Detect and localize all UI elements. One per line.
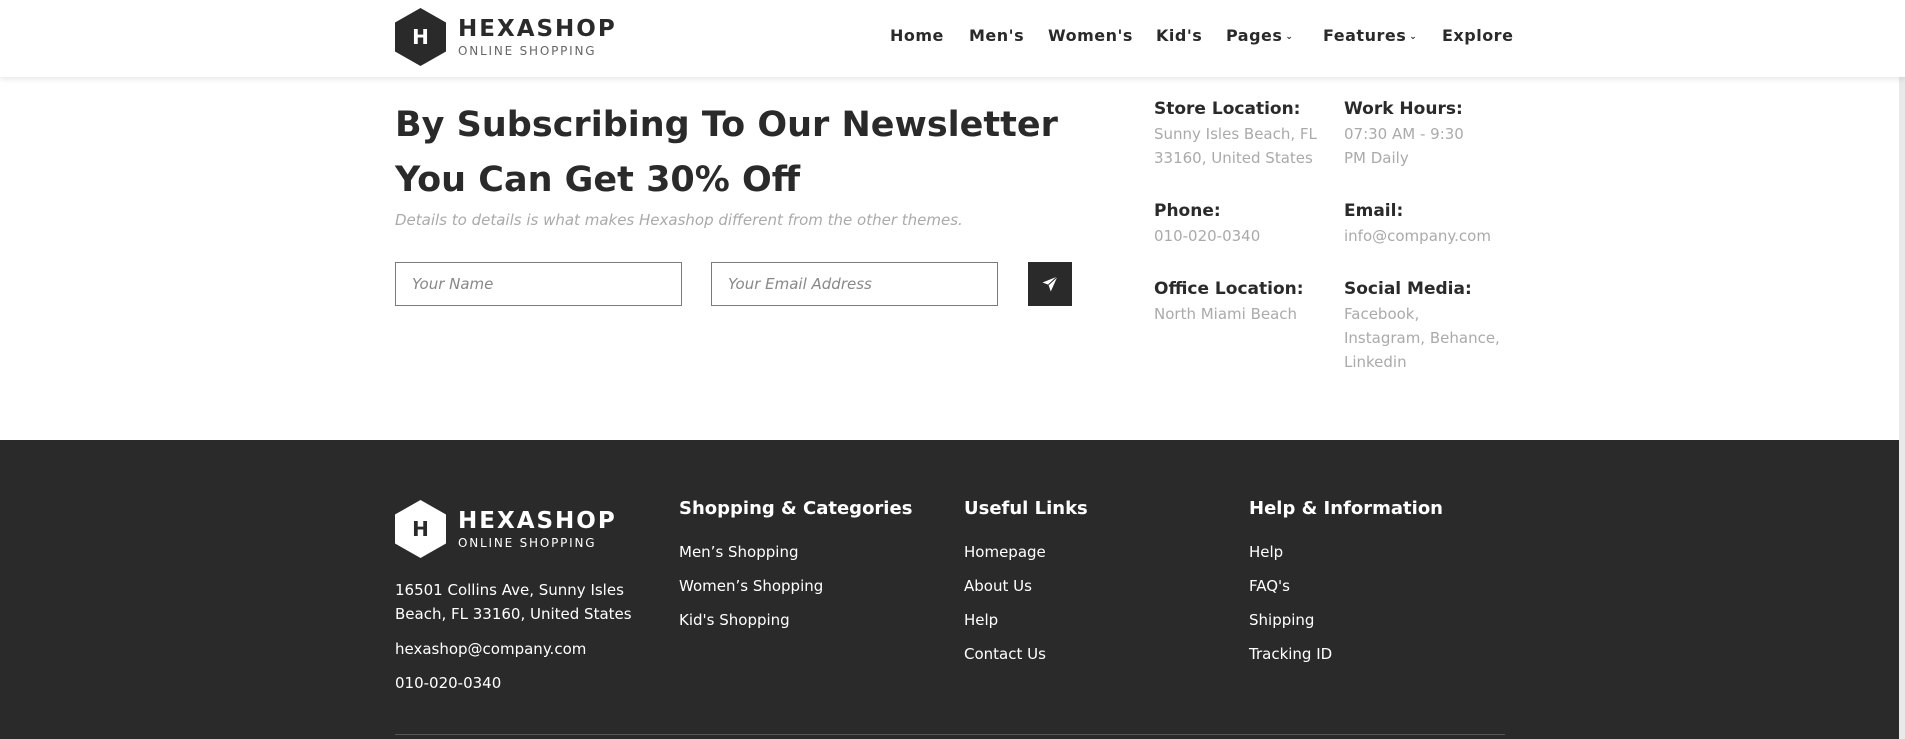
footer-link-homepage[interactable]: Homepage <box>964 543 1046 561</box>
footer-link-kids-shopping[interactable]: Kid's Shopping <box>679 611 790 629</box>
footer-phone: 010-020-0340 <box>395 674 502 692</box>
footer-address: 16501 Collins Ave, Sunny Isles Beach, FL… <box>395 581 632 623</box>
paper-plane-icon <box>1042 276 1058 292</box>
footer-link-tracking-id[interactable]: Tracking ID <box>1249 645 1332 663</box>
chevron-down-icon: ⌄ <box>1409 32 1418 42</box>
logo-hexagon-icon: H <box>395 500 446 558</box>
footer-heading-shopping: Shopping & Categories <box>679 498 913 519</box>
email-label: Email: <box>1344 201 1404 221</box>
footer-logo-name: HEXASHOP <box>458 508 617 534</box>
logo-hexagon-icon: H <box>395 8 446 66</box>
logo-name: HEXASHOP <box>458 16 617 42</box>
footer-link-help[interactable]: Help <box>964 611 998 629</box>
nav-kids[interactable]: Kid's <box>1156 26 1202 45</box>
social-media-label: Social Media: <box>1344 279 1472 299</box>
office-location-label: Office Location: <box>1154 279 1304 299</box>
footer-link-about-us[interactable]: About Us <box>964 577 1032 595</box>
footer-email[interactable]: hexashop@company.com <box>395 637 586 661</box>
footer-logo-tagline: ONLINE SHOPPING <box>458 536 597 550</box>
subscribe-button[interactable] <box>1028 262 1072 306</box>
footer-link-mens-shopping[interactable]: Men’s Shopping <box>679 543 798 561</box>
logo-letter: H <box>412 25 429 49</box>
social-media-value: Facebook, Instagram, Behance, Linkedin <box>1344 305 1500 371</box>
nav-explore[interactable]: Explore <box>1442 26 1513 45</box>
footer-link-help-info[interactable]: Help <box>1249 543 1283 561</box>
site-header: H HEXASHOP ONLINE SHOPPING Home Men's Wo… <box>0 0 1905 77</box>
newsletter-title: By Subscribing To Our Newsletter You Can… <box>395 105 1058 200</box>
footer-link-womens-shopping[interactable]: Women’s Shopping <box>679 577 823 595</box>
store-location-label: Store Location: <box>1154 99 1301 119</box>
site-logo[interactable]: H HEXASHOP ONLINE SHOPPING <box>395 8 617 66</box>
footer-link-contact-us[interactable]: Contact Us <box>964 645 1046 663</box>
phone-label: Phone: <box>1154 201 1221 221</box>
nav-home[interactable]: Home <box>890 26 944 45</box>
nav-womens[interactable]: Women's <box>1048 26 1133 45</box>
footer-heading-help-info: Help & Information <box>1249 498 1444 519</box>
footer-link-shipping[interactable]: Shipping <box>1249 611 1314 629</box>
footer-logo[interactable]: H HEXASHOP ONLINE SHOPPING <box>395 500 617 558</box>
store-location-value: Sunny Isles Beach, FL 33160, United Stat… <box>1154 125 1317 167</box>
nav-features[interactable]: Features ⌄ <box>1323 26 1417 45</box>
footer-divider <box>395 734 1505 735</box>
office-location-value: North Miami Beach <box>1154 305 1298 323</box>
work-hours-label: Work Hours: <box>1344 99 1463 119</box>
footer-link-faqs[interactable]: FAQ's <box>1249 577 1290 595</box>
email-input[interactable]: Your Email Address <box>711 262 998 306</box>
work-hours-value: 07:30 AM - 9:30 PM Daily <box>1344 125 1464 167</box>
nav-pages[interactable]: Pages ⌄ <box>1226 26 1293 45</box>
email-value[interactable]: info@company.com <box>1344 224 1514 248</box>
site-footer <box>0 440 1905 739</box>
nav-mens[interactable]: Men's <box>969 26 1024 45</box>
logo-letter: H <box>412 517 429 541</box>
page-scrollbar[interactable] <box>1899 0 1905 739</box>
newsletter-description: Details to details is what makes Hexasho… <box>395 211 963 229</box>
name-input[interactable]: Your Name <box>395 262 682 306</box>
footer-heading-useful-links: Useful Links <box>964 498 1088 519</box>
chevron-down-icon: ⌄ <box>1285 32 1294 42</box>
phone-value: 010-020-0340 <box>1154 227 1261 245</box>
logo-tagline: ONLINE SHOPPING <box>458 44 597 58</box>
